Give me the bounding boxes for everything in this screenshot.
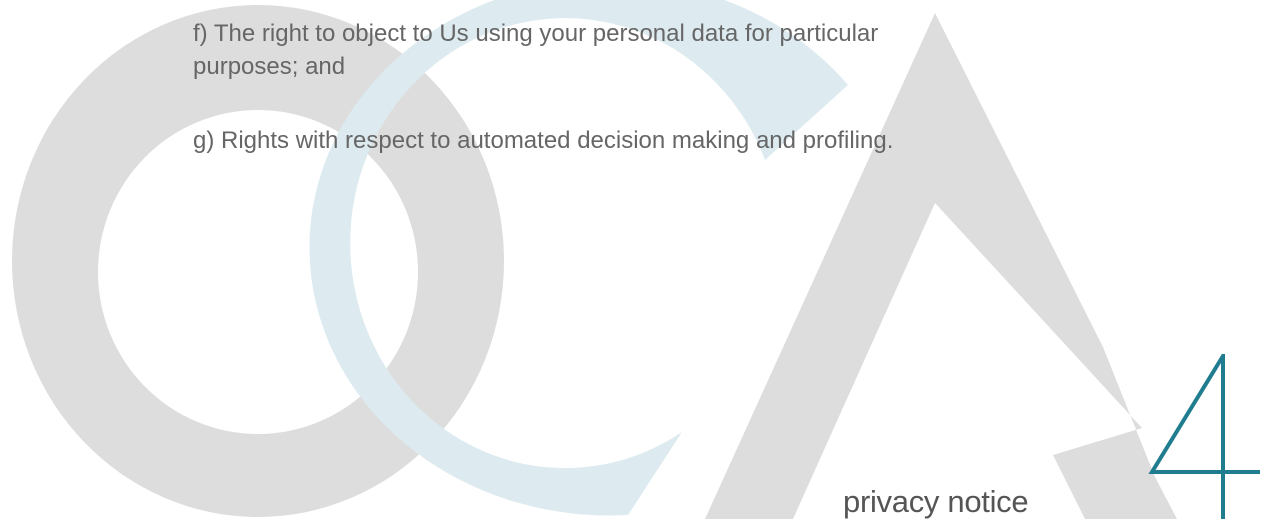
- footer-label: privacy notice: [843, 484, 1029, 519]
- document-page: f) The right to object to Us using your …: [0, 0, 1267, 519]
- rights-item-g: g) Rights with respect to automated deci…: [193, 127, 894, 154]
- page-number: 4: [1148, 354, 1260, 519]
- rights-item-f: f) The right to object to Us using your …: [193, 20, 879, 80]
